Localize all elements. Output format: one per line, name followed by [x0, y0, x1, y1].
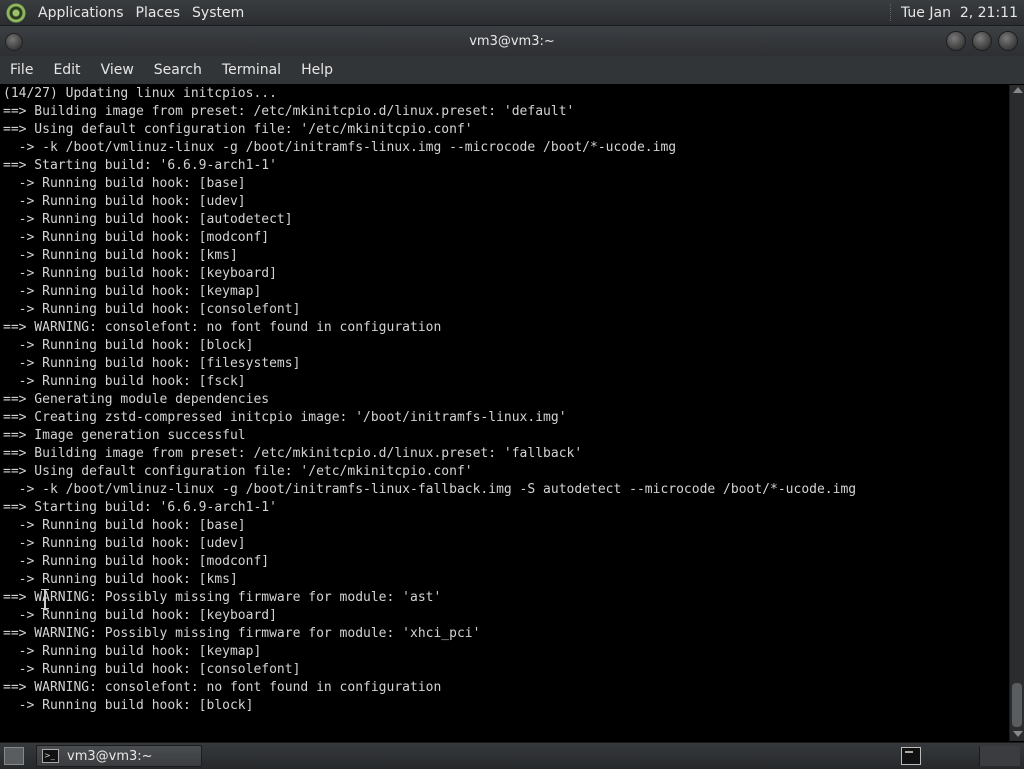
- terminal-line: -> Running build hook: [block]: [3, 698, 254, 713]
- menu-file[interactable]: File: [0, 62, 43, 78]
- terminal-line: -> -k /boot/vmlinuz-linux -g /boot/initr…: [3, 140, 677, 155]
- terminal-line: -> Running build hook: [keymap]: [3, 644, 262, 659]
- terminal-line: -> -k /boot/vmlinuz-linux -g /boot/initr…: [3, 482, 857, 497]
- terminal-scrollbar[interactable]: [1009, 85, 1024, 741]
- taskbar-window-label: vm3@vm3:~: [67, 748, 153, 764]
- terminal-line: -> Running build hook: [consolefont]: [3, 302, 301, 317]
- terminal-lines: (14/27) Updating linux initcpios... ==> B…: [0, 85, 1009, 715]
- terminal-line: ==> Starting build: '6.6.9-arch1-1': [3, 158, 277, 173]
- terminal-line: -> Running build hook: [keyboard]: [3, 608, 277, 623]
- minimize-button[interactable]: [946, 31, 966, 51]
- terminal-line: ==> WARNING: consolefont: no font found …: [3, 320, 442, 335]
- terminal-line: -> Running build hook: [udev]: [3, 536, 246, 551]
- scroll-up-arrow-icon[interactable]: [1013, 87, 1023, 93]
- top-panel: Applications Places System Tue Jan 2, 21…: [0, 0, 1024, 26]
- menu-view[interactable]: View: [91, 62, 144, 78]
- clock[interactable]: Tue Jan 2, 21:11: [901, 5, 1024, 21]
- terminal-line: ==> Building image from preset: /etc/mki…: [3, 446, 583, 461]
- terminal-line: -> Running build hook: [modconf]: [3, 230, 270, 245]
- terminal-line: ==> Using default configuration file: '/…: [3, 464, 473, 479]
- terminal-line: -> Running build hook: [kms]: [3, 248, 238, 263]
- terminal-line: ==> Using default configuration file: '/…: [3, 122, 473, 137]
- window-titlebar[interactable]: vm3@vm3:~: [0, 26, 1024, 56]
- terminal-line: -> Running build hook: [base]: [3, 518, 246, 533]
- terminal-icon: >_: [42, 749, 59, 763]
- terminal-line: (14/27) Updating linux initcpios...: [3, 86, 277, 101]
- window-menu-button[interactable]: [5, 33, 23, 51]
- bottom-panel: >_ vm3@vm3:~: [0, 742, 1024, 769]
- terminal-line: ==> Image generation successful: [3, 428, 246, 443]
- menu-help[interactable]: Help: [291, 62, 343, 78]
- maximize-button[interactable]: [972, 31, 992, 51]
- terminal-line: ==> Generating module dependencies: [3, 392, 270, 407]
- terminal-line: -> Running build hook: [filesystems]: [3, 356, 301, 371]
- terminal-line: -> Running build hook: [consolefont]: [3, 662, 301, 677]
- menu-terminal[interactable]: Terminal: [212, 62, 291, 78]
- terminal-line: -> Running build hook: [keyboard]: [3, 266, 277, 281]
- terminal-line: ==> WARNING: consolefont: no font found …: [3, 680, 442, 695]
- terminal-line: ==> WARNING: Possibly missing firmware f…: [3, 626, 481, 641]
- window-controls: [946, 31, 1018, 51]
- terminal-line: -> Running build hook: [udev]: [3, 194, 246, 209]
- mouse-cursor-icon: [41, 589, 49, 609]
- terminal-line: -> Running build hook: [modconf]: [3, 554, 270, 569]
- terminal-line: -> Running build hook: [autodetect]: [3, 212, 293, 227]
- panel-separator: [890, 4, 893, 21]
- workspace-2[interactable]: [979, 746, 1020, 766]
- terminal-line: -> Running build hook: [base]: [3, 176, 246, 191]
- terminal-line: -> Running build hook: [fsck]: [3, 374, 246, 389]
- workspace-switcher-icon[interactable]: [901, 747, 921, 765]
- taskbar-window-button[interactable]: >_ vm3@vm3:~: [36, 745, 202, 767]
- close-button[interactable]: [998, 31, 1018, 51]
- terminal-line: ==> Starting build: '6.6.9-arch1-1': [3, 500, 277, 515]
- terminal-output[interactable]: (14/27) Updating linux initcpios... ==> B…: [0, 85, 1009, 741]
- menu-search[interactable]: Search: [144, 62, 212, 78]
- scrollbar-thumb[interactable]: [1012, 683, 1022, 727]
- terminal-line: -> Running build hook: [keymap]: [3, 284, 262, 299]
- terminal-menubar: File Edit View Search Terminal Help: [0, 56, 1024, 84]
- window-title: vm3@vm3:~: [469, 33, 555, 49]
- menu-edit[interactable]: Edit: [43, 62, 90, 78]
- distro-logo-icon[interactable]: [6, 2, 26, 23]
- show-desktop-icon[interactable]: [4, 747, 24, 765]
- terminal-line: -> Running build hook: [kms]: [3, 572, 238, 587]
- menu-system[interactable]: System: [186, 5, 250, 21]
- terminal-line: -> Running build hook: [block]: [3, 338, 254, 353]
- menu-places[interactable]: Places: [130, 5, 187, 21]
- scroll-down-arrow-icon[interactable]: [1013, 731, 1023, 737]
- menu-applications[interactable]: Applications: [32, 5, 130, 21]
- terminal-line: ==> WARNING: Possibly missing firmware f…: [3, 590, 442, 605]
- terminal-line: ==> Building image from preset: /etc/mki…: [3, 104, 575, 119]
- terminal-line: ==> Creating zstd-compressed initcpio im…: [3, 410, 567, 425]
